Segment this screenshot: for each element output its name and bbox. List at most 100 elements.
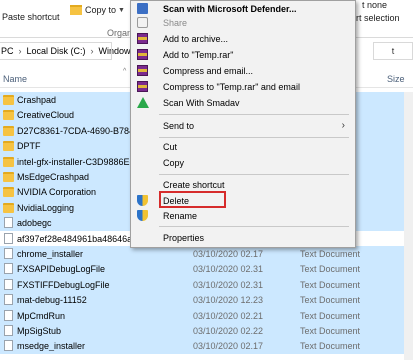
list-item[interactable]: mat-debug-11152 03/10/2020 12.23 Text Docu… — [0, 292, 413, 309]
folder-icon — [3, 172, 14, 182]
shield-icon — [137, 195, 148, 206]
folder-icon — [70, 5, 82, 15]
document-icon — [4, 232, 13, 244]
search-box-fragment[interactable]: t — [373, 42, 413, 60]
menu-label: Create shortcut — [163, 180, 225, 190]
select-none-button[interactable]: t none — [362, 0, 387, 10]
file-date: 03/10/2020 02.31 — [193, 264, 264, 275]
menu-item-share[interactable]: Share — [131, 15, 355, 31]
menu-item-properties[interactable]: Properties — [131, 230, 355, 246]
menu-separator — [159, 174, 349, 175]
menu-label: Send to — [163, 121, 195, 131]
folder-icon — [3, 95, 14, 105]
menu-separator — [159, 137, 349, 138]
file-type: Text Document — [300, 295, 361, 306]
document-icon — [4, 325, 13, 336]
list-item[interactable]: FXSTIFFDebugLogFile 03/10/2020 02.31 Text … — [0, 276, 413, 293]
document-icon — [4, 263, 13, 275]
paste-shortcut-label: Paste shortcut — [2, 12, 60, 22]
menu-label: Share — [163, 18, 188, 28]
shield-icon — [137, 210, 148, 221]
menu-item-compress-temp-email[interactable]: Compress to "Temp.rar" and email — [131, 79, 355, 95]
column-name[interactable]: Name — [3, 74, 27, 84]
file-type: Text Document — [300, 249, 361, 259]
document-icon — [4, 278, 13, 290]
winrar-icon — [137, 49, 148, 60]
menu-separator — [159, 114, 349, 115]
file-name: MpSigStub — [17, 326, 62, 336]
search-box-text: t — [391, 46, 395, 56]
file-type: Text Document — [300, 326, 361, 336]
folder-icon — [3, 202, 14, 213]
folder-icon — [3, 156, 14, 167]
file-name: FXSTIFFDebugLogFile — [17, 279, 110, 290]
menu-item-send-to[interactable]: Send to › — [131, 118, 355, 134]
file-date: 03/10/2020 02.17 — [193, 341, 264, 352]
file-date: 03/10/2020 02.22 — [193, 326, 264, 336]
file-name: chrome_installer — [17, 249, 84, 259]
menu-label: Compress to "Temp.rar" and email — [163, 82, 300, 92]
file-date: 03/10/2020 02.17 — [193, 249, 264, 259]
select-none-label: t none — [362, 0, 388, 10]
copy-to-button[interactable]: Copy to ▼ — [70, 5, 125, 15]
file-date: 03/10/2020 02.21 — [193, 310, 264, 321]
menu-label: Scan With Smadav — [163, 98, 240, 108]
menu-label: Scan with Microsoft Defender... — [163, 4, 297, 14]
share-icon — [137, 17, 148, 28]
list-item[interactable]: chrome_installer 03/10/2020 02.17 Text Doc… — [0, 246, 413, 262]
file-type: Text Document — [300, 264, 361, 275]
file-name: FXSAPIDebugLogFile — [17, 264, 106, 275]
menu-separator — [159, 226, 349, 227]
winrar-icon — [137, 81, 148, 92]
paste-shortcut-button[interactable]: Paste shortcut — [2, 12, 60, 22]
menu-label: Rename — [163, 211, 198, 221]
list-item[interactable]: msedge_installer 03/10/2020 02.17 Text Doc… — [0, 338, 413, 355]
file-date: 03/10/2020 12.23 — [193, 295, 264, 306]
file-date: 03/10/2020 02.31 — [193, 279, 264, 290]
sort-ascending-icon: ^ — [123, 68, 127, 75]
file-name: MpCmdRun — [17, 310, 66, 321]
menu-label: Copy — [163, 158, 185, 168]
document-icon — [4, 309, 13, 321]
file-name: msedge_installer — [17, 341, 86, 352]
menu-label: Cut — [163, 142, 178, 152]
column-size[interactable]: Size — [387, 74, 405, 84]
menu-label: Properties — [163, 233, 205, 243]
invert-selection-button[interactable]: rt selection — [356, 13, 400, 23]
document-icon — [4, 340, 13, 352]
menu-item-add-temp-rar[interactable]: Add to "Temp.rar" — [131, 47, 355, 63]
menu-item-compress-email[interactable]: Compress and email... — [131, 63, 355, 79]
chevron-down-icon: ▼ — [118, 6, 125, 14]
folder-icon — [3, 187, 14, 198]
address-box — [0, 42, 112, 60]
vertical-scrollbar[interactable] — [404, 92, 413, 360]
defender-icon — [137, 3, 148, 14]
list-item[interactable]: FXSAPIDebugLogFile 03/10/2020 02.31 Text D… — [0, 261, 413, 278]
menu-item-copy[interactable]: Copy — [131, 155, 355, 171]
file-type: Text Document — [300, 310, 361, 321]
menu-item-rename[interactable]: Rename — [131, 208, 355, 224]
file-type: Text Document — [300, 279, 361, 290]
winrar-icon — [137, 65, 148, 76]
menu-label: Add to "Temp.rar" — [163, 50, 234, 60]
menu-item-scan-smadav[interactable]: Scan With Smadav — [131, 95, 355, 111]
folder-icon — [3, 125, 14, 136]
folder-icon — [3, 141, 14, 152]
list-item[interactable]: MpCmdRun 03/10/2020 02.21 Text Document — [0, 307, 413, 324]
menu-item-cut[interactable]: Cut — [131, 139, 355, 155]
list-item[interactable]: MpSigStub 03/10/2020 02.22 Text Document — [0, 323, 413, 339]
smadav-icon — [137, 97, 149, 108]
context-menu: Scan with Microsoft Defender... Share Ad… — [130, 0, 356, 248]
file-name: mat-debug-11152 — [17, 295, 87, 306]
chevron-right-icon: › — [341, 120, 345, 131]
file-type: Text Document — [300, 341, 361, 352]
winrar-icon — [137, 33, 148, 44]
invert-selection-label: rt selection — [356, 13, 400, 23]
document-icon — [4, 217, 13, 229]
document-icon — [4, 248, 13, 259]
ribbon-top-fragment — [2, 0, 62, 8]
menu-label: Add to archive... — [163, 34, 229, 44]
menu-item-add-archive[interactable]: Add to archive... — [131, 31, 355, 47]
delete-highlight-box — [159, 191, 226, 208]
copy-to-label: Copy to — [85, 5, 117, 15]
